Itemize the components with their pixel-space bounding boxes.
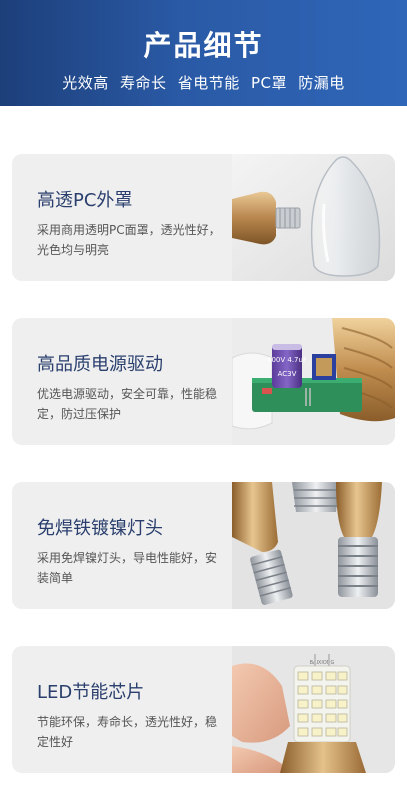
card-title: LED节能芯片 [37,682,145,703]
led-chip-photo: BAIXIONG [232,646,395,773]
page-title: 产品细节 [143,29,264,62]
clear-pc-cover-photo [232,154,395,281]
card-description: 采用商用透明PC面罩，透光性好，光色均与明亮 [37,223,221,257]
chip-marking: BAIXIONG [310,660,335,666]
card-title: 高透PC外罩 [37,190,133,211]
card-description: 采用免焊镍灯头，导电性能好，安装简单 [37,551,218,585]
detail-card-power-driver: 高品质电源驱动 优选电源驱动，安全可靠，性能稳定，防过压保护 400V 4.7u… [12,318,395,445]
card-title: 高品质电源驱动 [37,354,163,375]
detail-card-lamp-base: 免焊铁镀镍灯头 采用免焊镍灯头，导电性能好，安装简单 [12,482,395,609]
capacitor-label: 400V 4.7uF [267,356,307,364]
nickel-lamp-base-photo [232,482,395,609]
detail-card-pc-cover: 高透PC外罩 采用商用透明PC面罩，透光性好，光色均与明亮 [12,154,395,281]
card-title: 免焊铁镀镍灯头 [37,518,163,539]
detail-card-led-chip: LED节能芯片 节能环保，寿命长，透光性好，稳定性好 BAIXIONG [12,646,395,773]
power-driver-board-photo: 400V 4.7uF AC3V [232,318,395,445]
page-subtitle: 光效高 寿命长 省电节能 PC罩 防漏电 [62,74,345,92]
card-description: 优选电源驱动，安全可靠，性能稳定，防过压保护 [37,387,218,421]
header-banner: 产品细节 光效高 寿命长 省电节能 PC罩 防漏电 [0,0,407,106]
card-description: 节能环保，寿命长，透光性好，稳定性好 [37,715,218,749]
detail-card-list: 高透PC外罩 采用商用透明PC面罩，透光性好，光色均与明亮 高品质电源驱动 优选… [12,154,395,810]
capacitor-code: AC3V [278,370,297,378]
